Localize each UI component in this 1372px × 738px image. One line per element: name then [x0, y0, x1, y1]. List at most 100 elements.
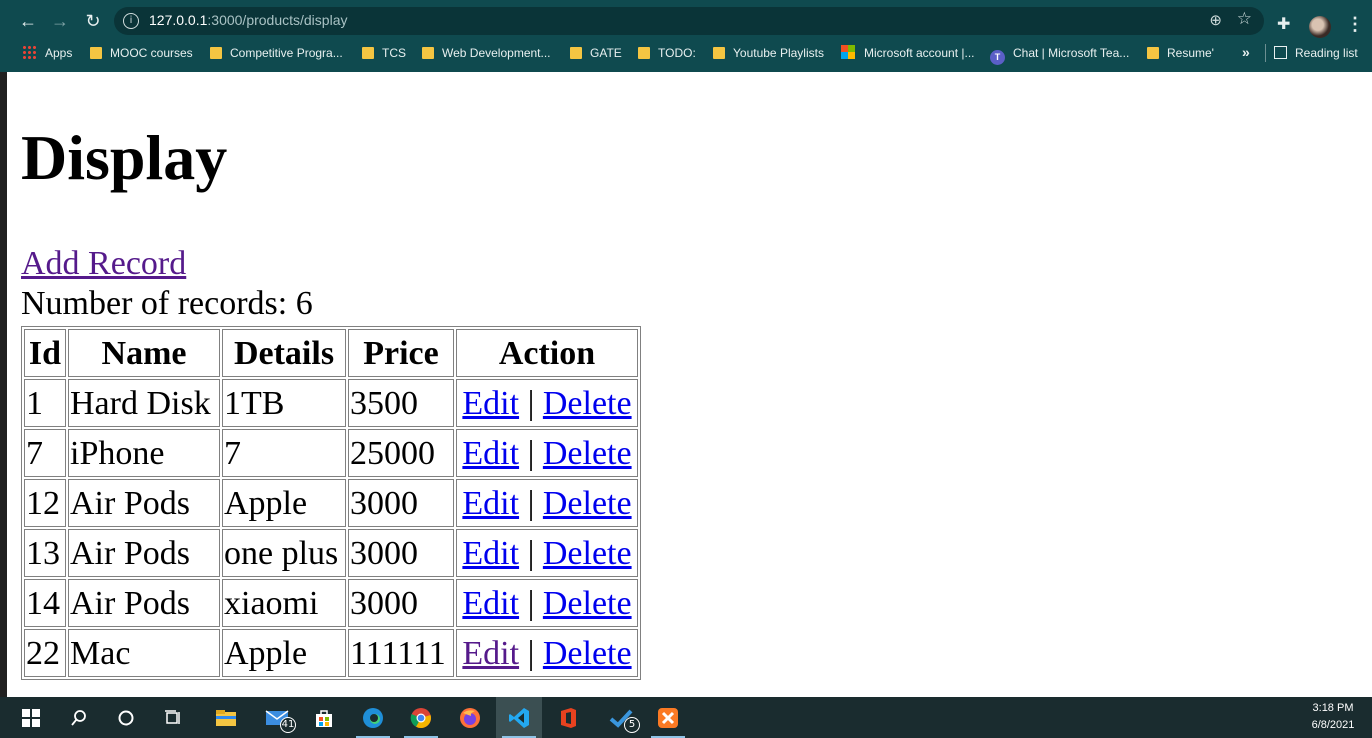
delete-link[interactable]: Delete: [543, 635, 632, 672]
cell-details: xiaomi: [222, 579, 346, 627]
system-clock[interactable]: 3:18 PM 6/8/2021: [1300, 700, 1366, 734]
cell-price: 3000: [348, 479, 454, 527]
bookmark-tcs[interactable]: TCS: [362, 45, 406, 61]
bookmark-gate[interactable]: GATE: [570, 45, 622, 61]
cell-details: one plus: [222, 529, 346, 577]
reload-button[interactable]: ↻: [81, 9, 105, 33]
header-price: Price: [348, 329, 454, 377]
office-icon: [561, 707, 576, 728]
bookmarks-divider: [1265, 44, 1266, 62]
back-button[interactable]: ←: [16, 9, 40, 33]
task-view-button[interactable]: [150, 697, 196, 738]
taskbar-firefox[interactable]: [447, 697, 493, 738]
cortana-button[interactable]: [103, 697, 149, 738]
header-id: Id: [24, 329, 66, 377]
taskbar-chrome[interactable]: [398, 697, 444, 738]
table-row: 7 iPhone 7 25000 Edit | Delete: [24, 429, 638, 477]
table-row: 13 Air Pods one plus 3000 Edit | Delete: [24, 529, 638, 577]
address-bar[interactable]: i 127.0.0.1:3000/products/display ⊕ ☆: [114, 7, 1264, 35]
window-edge: [0, 72, 7, 697]
cell-price: 25000: [348, 429, 454, 477]
folder-icon: [216, 709, 236, 726]
bookmark-microsoft-account[interactable]: Microsoft account |...: [841, 45, 975, 61]
bookmark-todo[interactable]: TODO:: [638, 45, 696, 61]
table-row: 14 Air Pods xiaomi 3000 Edit | Delete: [24, 579, 638, 627]
delete-link[interactable]: Delete: [543, 535, 632, 572]
folder-icon: [362, 47, 374, 59]
microsoft-icon: [841, 45, 855, 59]
bookmarks-overflow-button[interactable]: »: [1242, 44, 1250, 60]
taskbar-vscode[interactable]: [496, 697, 542, 738]
todo-badge: 5: [624, 717, 640, 733]
taskbar-todo[interactable]: 5: [598, 697, 644, 738]
browser-chrome: ← → ↻ i 127.0.0.1:3000/products/display …: [0, 0, 1372, 72]
arrow-right-icon: →: [51, 11, 69, 31]
cortana-icon: [118, 710, 134, 725]
edit-link[interactable]: Edit: [462, 585, 519, 622]
cell-action: Edit | Delete: [456, 579, 638, 627]
cell-id: 12: [24, 479, 66, 527]
site-info-icon[interactable]: i: [123, 13, 139, 29]
folder-icon: [570, 47, 582, 59]
reload-icon: ↻: [85, 11, 101, 31]
bookmark-youtube-playlists[interactable]: Youtube Playlists: [713, 45, 824, 61]
edit-link[interactable]: Edit: [462, 635, 519, 672]
cell-id: 1: [24, 379, 66, 427]
search-button[interactable]: [56, 697, 102, 738]
taskbar-edge[interactable]: [350, 697, 396, 738]
zoom-icon[interactable]: ⊕: [1209, 11, 1222, 29]
folder-icon: [638, 47, 650, 59]
profile-avatar[interactable]: [1309, 16, 1331, 38]
edit-link[interactable]: Edit: [462, 435, 519, 472]
header-details: Details: [222, 329, 346, 377]
cell-id: 22: [24, 629, 66, 677]
delete-link[interactable]: Delete: [543, 485, 632, 522]
clock-time: 3:18 PM: [1312, 702, 1354, 714]
url-text[interactable]: 127.0.0.1:3000/products/display: [149, 12, 347, 28]
edit-link[interactable]: Edit: [462, 535, 519, 572]
taskbar-file-explorer[interactable]: [203, 697, 249, 738]
edit-link[interactable]: Edit: [462, 385, 519, 422]
cell-details: 7: [222, 429, 346, 477]
bookmark-microsoft-teams-chat[interactable]: T Chat | Microsoft Tea...: [990, 45, 1129, 65]
browser-toolbar: ← → ↻ i 127.0.0.1:3000/products/display …: [0, 6, 1372, 38]
cell-name: iPhone: [68, 429, 220, 477]
start-button[interactable]: [8, 697, 54, 738]
cell-action: Edit | Delete: [456, 529, 638, 577]
taskbar-store[interactable]: [301, 697, 347, 738]
cell-price: 3500: [348, 379, 454, 427]
taskbar-mail[interactable]: 41: [254, 697, 300, 738]
cell-name: Mac: [68, 629, 220, 677]
search-icon: [71, 709, 86, 726]
action-separator: |: [527, 534, 535, 572]
bookmark-mooc-courses[interactable]: MOOC courses: [90, 45, 193, 61]
taskbar-office[interactable]: [545, 697, 591, 738]
folder-icon: [422, 47, 434, 59]
bookmark-star-icon[interactable]: ☆: [1237, 9, 1252, 29]
add-record-link[interactable]: Add Record: [21, 244, 186, 284]
cell-details: 1TB: [222, 379, 346, 427]
apps-grid-icon: [22, 45, 36, 59]
delete-link[interactable]: Delete: [543, 435, 632, 472]
cell-price: 111111: [348, 629, 454, 677]
forward-button[interactable]: →: [48, 9, 72, 33]
bookmark-competitive-programming[interactable]: Competitive Progra...: [210, 45, 343, 61]
folder-icon: [1147, 47, 1159, 59]
clock-date: 6/8/2021: [1311, 719, 1355, 731]
bookmark-apps[interactable]: Apps: [22, 45, 72, 61]
action-separator: |: [527, 584, 535, 622]
cell-action: Edit | Delete: [456, 479, 638, 527]
bookmark-resume[interactable]: Resume': [1147, 45, 1214, 61]
delete-link[interactable]: Delete: [543, 585, 632, 622]
action-separator: |: [527, 634, 535, 672]
browser-menu-icon[interactable]: ⋮: [1346, 14, 1364, 35]
reading-list-button[interactable]: Reading list: [1274, 45, 1358, 61]
chrome-browser-icon: [410, 707, 431, 728]
edit-link[interactable]: Edit: [462, 485, 519, 522]
taskbar-xampp[interactable]: [645, 697, 691, 738]
bookmarks-bar: Apps MOOC courses Competitive Progra... …: [0, 40, 1372, 66]
firefox-browser-icon: [460, 707, 480, 728]
extensions-puzzle-icon[interactable]: ✚: [1277, 14, 1290, 34]
bookmark-web-development[interactable]: Web Development...: [422, 45, 551, 61]
delete-link[interactable]: Delete: [543, 385, 632, 422]
